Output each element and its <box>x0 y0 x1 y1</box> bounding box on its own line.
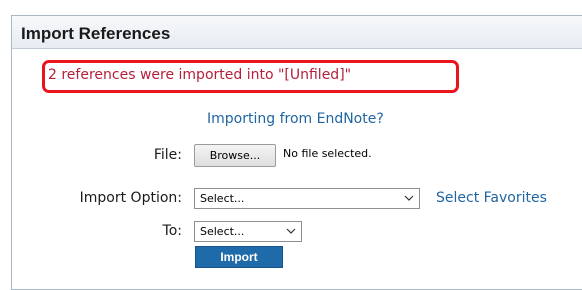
import-option-select[interactable]: Select... <box>194 188 420 209</box>
import-status-message: 2 references were imported into "[Unfile… <box>48 67 352 83</box>
importing-from-endnote-link[interactable]: Importing from EndNote? <box>207 111 384 127</box>
panel-title: Import References <box>21 24 171 43</box>
file-status-text: No file selected. <box>283 147 372 160</box>
panel-header: Import References <box>12 16 582 49</box>
chevron-down-icon <box>404 195 414 201</box>
select-favorites-link[interactable]: Select Favorites <box>436 190 547 206</box>
import-references-panel: Import References 2 references were impo… <box>11 15 582 290</box>
import-option-value: Select... <box>200 192 245 205</box>
browse-button[interactable]: Browse... <box>194 144 276 167</box>
file-label: File: <box>153 147 182 163</box>
to-select-value: Select... <box>200 225 245 238</box>
import-option-label: Import Option: <box>79 190 182 206</box>
chevron-down-icon <box>286 228 296 234</box>
to-select[interactable]: Select... <box>194 221 302 242</box>
import-button[interactable]: Import <box>195 246 283 268</box>
to-label: To: <box>162 223 182 239</box>
